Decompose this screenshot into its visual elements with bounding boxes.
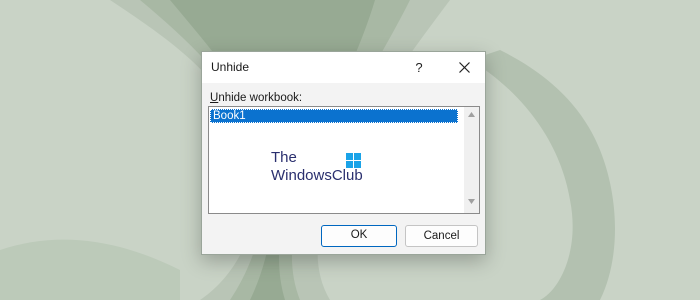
- close-icon: [459, 62, 470, 73]
- label-rest: nhide workbook:: [218, 92, 303, 104]
- cancel-button[interactable]: Cancel: [405, 225, 478, 247]
- vertical-scrollbar[interactable]: [464, 107, 479, 213]
- ok-button[interactable]: OK: [321, 225, 397, 247]
- close-button[interactable]: [447, 52, 481, 83]
- workbook-listbox[interactable]: Book1 The WindowsClub: [208, 106, 480, 214]
- thewindowsclub-watermark: The WindowsClub: [271, 149, 371, 189]
- unhide-workbook-label: Unhide workbook:: [210, 92, 302, 104]
- windows-logo-icon: [346, 153, 361, 168]
- watermark-line2: WindowsClub: [271, 167, 363, 184]
- scroll-up-arrow-icon[interactable]: [468, 112, 475, 117]
- dialog-title: Unhide: [211, 60, 250, 74]
- scroll-down-arrow-icon[interactable]: [468, 199, 475, 204]
- unhide-dialog: Unhide ? Unhide workbook: Book1 The Wind…: [201, 51, 486, 255]
- dialog-titlebar[interactable]: Unhide ?: [202, 52, 485, 83]
- help-button[interactable]: ?: [404, 52, 434, 83]
- watermark-line1: The: [271, 149, 297, 166]
- list-item[interactable]: Book1: [210, 109, 458, 123]
